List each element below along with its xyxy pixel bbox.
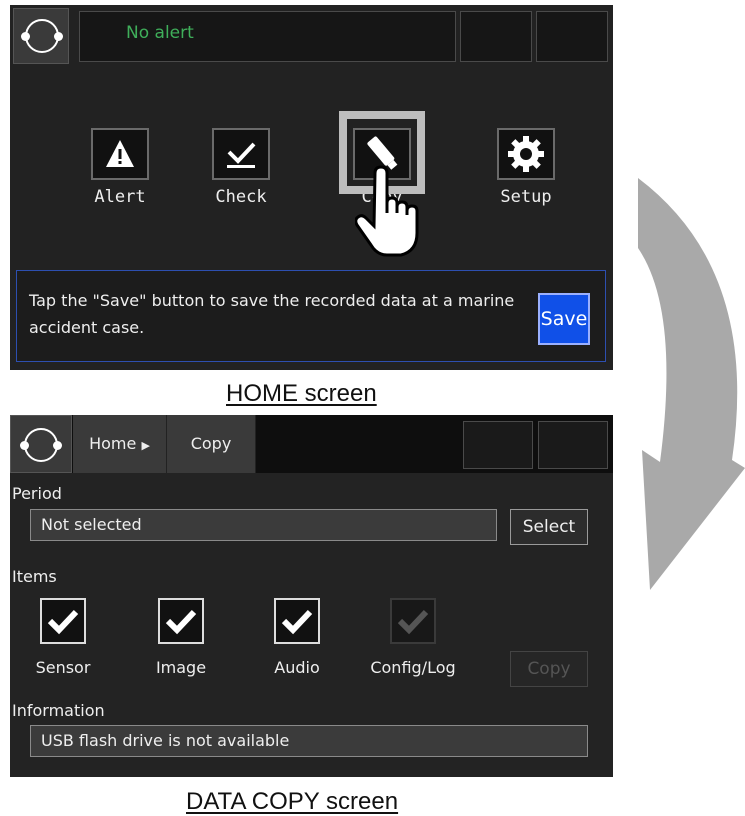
image-checkbox-label: Image [155,658,207,677]
checkmark-icon [47,609,79,635]
save-button[interactable]: Save [538,293,590,345]
audio-checkbox[interactable] [274,598,320,644]
information-field: USB flash drive is not available [30,725,588,757]
breadcrumb-current: Copy [167,415,256,473]
sensor-checkbox-label: Sensor [35,658,91,677]
breadcrumb-home[interactable]: Home ▶ [73,415,167,473]
gear-icon [497,128,555,180]
hand-pointer-icon [354,165,427,265]
check-label: Check [215,187,267,207]
sensor-checkbox[interactable] [40,598,86,644]
checkmark-icon [281,609,313,635]
home-screen: No alert Alert Check Setup Tap the "Save… [10,5,613,370]
home-screen-caption: HOME screen [226,380,377,407]
data-copy-screen-caption: DATA COPY screen [186,788,399,815]
warning-icon [91,128,149,180]
status-slot-1 [463,421,533,469]
check-menu-button[interactable]: Check [191,128,291,207]
breadcrumb-home-label: Home [89,434,137,453]
status-slot-2 [536,11,608,62]
config-log-checkbox-label: Config/Log [370,658,456,677]
items-label: Items [12,567,57,586]
copy-button[interactable]: Copy [510,651,588,687]
period-field: Not selected [30,509,497,541]
save-instruction-text: Tap the "Save" button to save the record… [29,291,515,337]
setup-menu-button[interactable]: Setup [476,128,576,207]
select-button[interactable]: Select [510,509,588,545]
logo-dot-icon [53,441,62,450]
status-slot-1 [460,11,532,62]
home-logo-button[interactable] [10,415,72,473]
home-logo-button[interactable] [13,8,69,64]
config-log-checkbox [390,598,436,644]
alert-status-text: No alert [126,23,194,43]
period-label: Period [12,484,62,503]
setup-label: Setup [500,187,552,207]
logo-dot-icon [54,32,63,41]
audio-checkbox-label: Audio [274,658,320,677]
chevron-right-icon: ▶ [141,439,150,452]
data-copy-screen: Home ▶ Copy Period Not selected Select I… [10,415,613,777]
alert-menu-button[interactable]: Alert [70,128,170,207]
transition-arrow-icon [620,160,745,604]
status-slot-2 [538,421,608,469]
image-checkbox[interactable] [158,598,204,644]
alert-label: Alert [94,187,146,207]
save-info-panel: Tap the "Save" button to save the record… [16,270,606,362]
checkmark-icon [397,609,429,635]
logo-dot-icon [20,441,29,450]
information-label: Information [12,701,105,720]
checkmark-icon [165,609,197,635]
logo-dot-icon [21,32,30,41]
checkmark-icon [212,128,270,180]
